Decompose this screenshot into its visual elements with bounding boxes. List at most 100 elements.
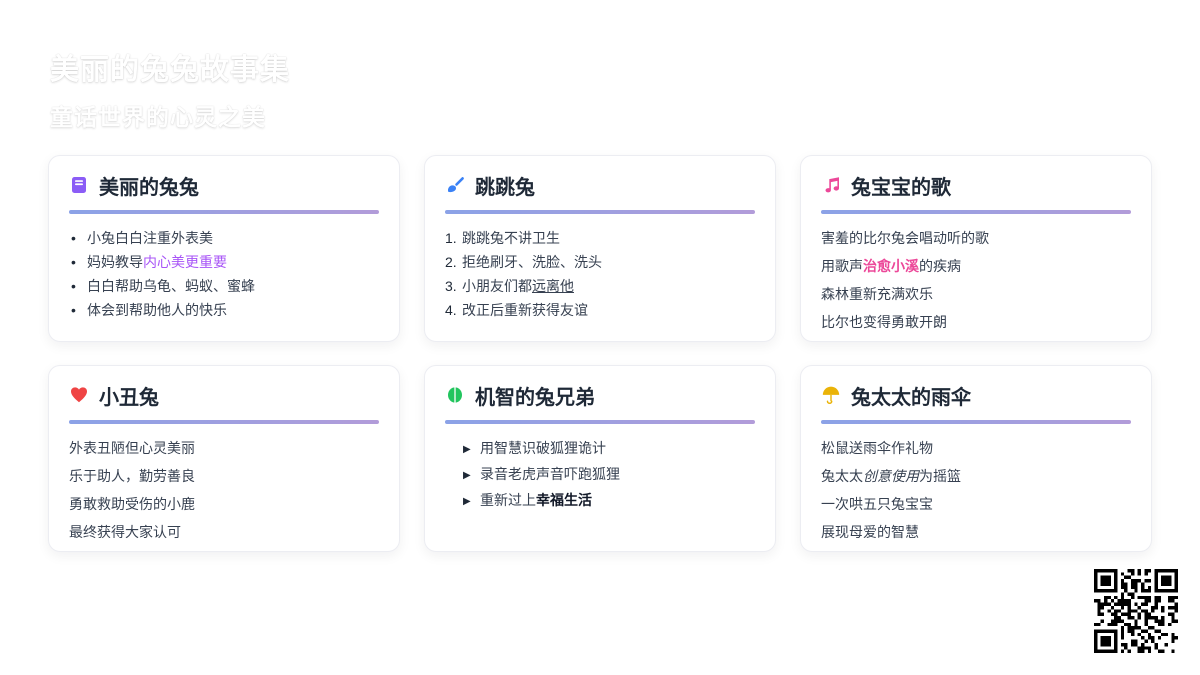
list-item: 一次哄五只兔宝宝 (821, 494, 1131, 514)
item-text: 比尔也变得勇敢开朗 (821, 312, 947, 332)
item-text: 小兔白白注重外表美 (87, 228, 213, 248)
list-item: 用歌声治愈小溪的疾病 (821, 256, 1131, 276)
story-card: 兔太太的雨伞松鼠送雨伞作礼物兔太太创意使用为摇篮一次哄五只兔宝宝展现母爱的智慧 (800, 365, 1152, 552)
text-segment: 妈妈教导 (87, 254, 143, 270)
list-item: 松鼠送雨伞作礼物 (821, 438, 1131, 458)
umbrella-icon (821, 385, 841, 405)
text-segment: 最终获得大家认可 (69, 524, 181, 540)
list-item: 比尔也变得勇敢开朗 (821, 312, 1131, 332)
text-segment: 幸福生活 (536, 492, 592, 508)
heart-icon (69, 385, 89, 405)
item-text: 兔太太创意使用为摇篮 (821, 466, 961, 486)
item-text: 体会到帮助他人的快乐 (87, 300, 227, 320)
text-segment: 展现母爱的智慧 (821, 524, 919, 540)
gradient-divider (445, 210, 755, 214)
item-text: 用歌声治愈小溪的疾病 (821, 256, 961, 276)
bullet-marker: • (69, 300, 87, 320)
card-list: ▶用智慧识破狐狸诡计 ▶录音老虎声音吓跑狐狸 ▶重新过上幸福生活 (445, 438, 755, 512)
card-header: 机智的兔兄弟 (445, 383, 755, 407)
text-segment: 用智慧识破狐狸诡计 (480, 440, 606, 456)
list-item: 展现母爱的智慧 (821, 522, 1131, 542)
list-item: •白白帮助乌龟、蚂蚁、蜜蜂 (69, 276, 379, 296)
card-header: 小丑兔 (69, 383, 379, 407)
page-subtitle: 童话世界的心灵之美 (50, 98, 290, 132)
card-title: 兔太太的雨伞 (851, 381, 971, 410)
story-card: 兔宝宝的歌害羞的比尔兔会唱动听的歌用歌声治愈小溪的疾病森林重新充满欢乐比尔也变得… (800, 155, 1152, 342)
item-text: 妈妈教导内心美更重要 (87, 252, 227, 272)
list-item: ▶用智慧识破狐狸诡计 (463, 438, 755, 460)
list-item: 2.拒绝刷牙、洗脸、洗头 (445, 252, 755, 272)
card-list: 外表丑陋但心灵美丽乐于助人，勤劳善良勇敢救助受伤的小鹿最终获得大家认可 (69, 438, 379, 542)
gradient-divider (69, 210, 379, 214)
gradient-divider (821, 210, 1131, 214)
list-item: 乐于助人，勤劳善良 (69, 466, 379, 486)
bullet-marker: • (69, 252, 87, 272)
item-text: 拒绝刷牙、洗脸、洗头 (462, 252, 602, 272)
text-segment: 小兔白白注重外表美 (87, 230, 213, 246)
item-text: 重新过上幸福生活 (480, 490, 592, 510)
card-list: 松鼠送雨伞作礼物兔太太创意使用为摇篮一次哄五只兔宝宝展现母爱的智慧 (821, 438, 1131, 542)
item-text: 害羞的比尔兔会唱动听的歌 (821, 228, 989, 248)
item-text: 勇敢救助受伤的小鹿 (69, 494, 195, 514)
text-segment: 乐于助人，勤劳善良 (69, 468, 195, 484)
item-text: 改正后重新获得友谊 (462, 300, 588, 320)
text-segment: 内心美更重要 (143, 254, 227, 270)
card-title: 机智的兔兄弟 (475, 381, 595, 410)
story-card: 机智的兔兄弟 ▶用智慧识破狐狸诡计 ▶录音老虎声音吓跑狐狸 ▶重新过上幸福生活 (424, 365, 776, 552)
list-item: 最终获得大家认可 (69, 522, 379, 542)
page-title: 美丽的兔兔故事集 (50, 46, 290, 88)
page-header: 美丽的兔兔故事集 童话世界的心灵之美 (50, 46, 290, 132)
broom-icon (445, 175, 465, 195)
text-segment: 拒绝刷牙、洗脸、洗头 (462, 254, 602, 270)
story-card: 美丽的兔兔•小兔白白注重外表美•妈妈教导内心美更重要•白白帮助乌龟、蚂蚁、蜜蜂•… (48, 155, 400, 342)
card-header: 美丽的兔兔 (69, 173, 379, 197)
list-item: 害羞的比尔兔会唱动听的歌 (821, 228, 1131, 248)
text-segment: 外表丑陋但心灵美丽 (69, 440, 195, 456)
story-cards-grid: 美丽的兔兔•小兔白白注重外表美•妈妈教导内心美更重要•白白帮助乌龟、蚂蚁、蜜蜂•… (48, 155, 1152, 552)
number-marker: 4. (445, 300, 462, 320)
item-text: 跳跳兔不讲卫生 (462, 228, 560, 248)
list-item: ▶录音老虎声音吓跑狐狸 (463, 464, 755, 486)
card-list: 害羞的比尔兔会唱动听的歌用歌声治愈小溪的疾病森林重新充满欢乐比尔也变得勇敢开朗 (821, 228, 1131, 332)
text-segment: 兔太太 (821, 468, 863, 484)
text-segment: 重新过上 (480, 492, 536, 508)
text-segment: 改正后重新获得友谊 (462, 302, 588, 318)
number-marker: 3. (445, 276, 462, 296)
item-text: 最终获得大家认可 (69, 522, 181, 542)
item-text: 一次哄五只兔宝宝 (821, 494, 933, 514)
brain-icon (445, 385, 465, 405)
text-segment: 害羞的比尔兔会唱动听的歌 (821, 230, 989, 246)
book-icon (69, 175, 89, 195)
story-card: 小丑兔外表丑陋但心灵美丽乐于助人，勤劳善良勇敢救助受伤的小鹿最终获得大家认可 (48, 365, 400, 552)
item-text: 乐于助人，勤劳善良 (69, 466, 195, 486)
card-title: 兔宝宝的歌 (851, 171, 951, 200)
text-segment: 小朋友们都 (462, 278, 532, 294)
list-item: 外表丑陋但心灵美丽 (69, 438, 379, 458)
number-marker: 2. (445, 252, 462, 272)
list-item: 森林重新充满欢乐 (821, 284, 1131, 304)
card-header: 兔宝宝的歌 (821, 173, 1131, 197)
story-card: 跳跳兔1.跳跳兔不讲卫生2.拒绝刷牙、洗脸、洗头3.小朋友们都远离他4.改正后重… (424, 155, 776, 342)
music-note-icon (821, 175, 841, 195)
text-segment: 创意使用 (863, 468, 919, 484)
item-text: 森林重新充满欢乐 (821, 284, 933, 304)
bullet-marker: • (69, 228, 87, 248)
text-segment: 比尔也变得勇敢开朗 (821, 314, 947, 330)
card-title: 跳跳兔 (475, 171, 535, 200)
bullet-marker: • (69, 276, 87, 296)
text-segment: 勇敢救助受伤的小鹿 (69, 496, 195, 512)
list-item: 1.跳跳兔不讲卫生 (445, 228, 755, 248)
text-segment: 录音老虎声音吓跑狐狸 (480, 466, 620, 482)
item-text: 外表丑陋但心灵美丽 (69, 438, 195, 458)
card-header: 兔太太的雨伞 (821, 383, 1131, 407)
item-text: 展现母爱的智慧 (821, 522, 919, 542)
gradient-divider (445, 420, 755, 424)
arrow-marker: ▶ (463, 490, 480, 512)
item-text: 小朋友们都远离他 (462, 276, 574, 296)
list-item: •小兔白白注重外表美 (69, 228, 379, 248)
list-item: 4.改正后重新获得友谊 (445, 300, 755, 320)
text-segment: 为摇篮 (919, 468, 961, 484)
list-item: 3.小朋友们都远离他 (445, 276, 755, 296)
list-item: •妈妈教导内心美更重要 (69, 252, 379, 272)
qr-code (1094, 569, 1178, 653)
